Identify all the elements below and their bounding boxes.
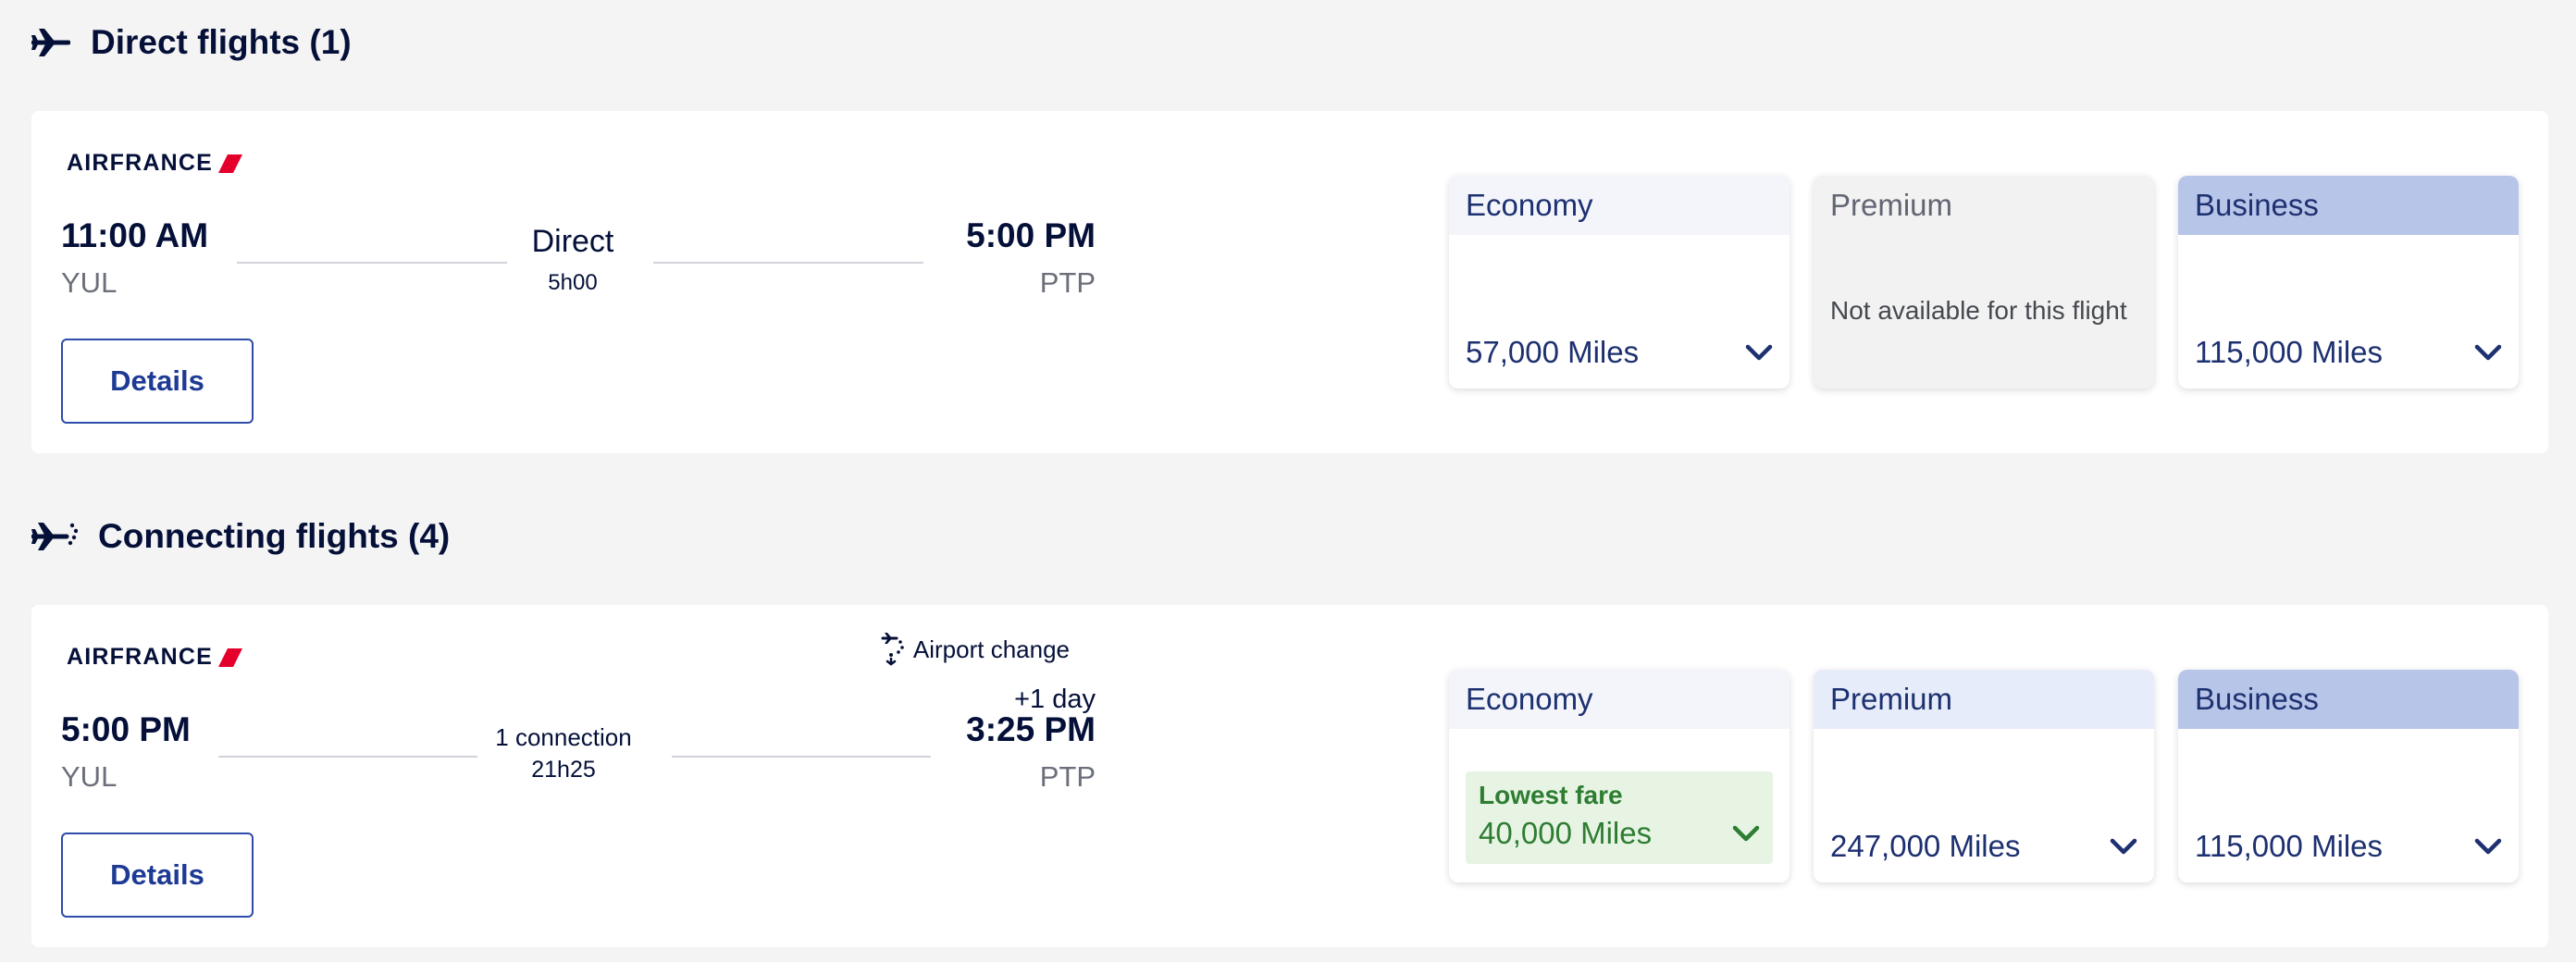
flight-card-direct: AIRFRANCE 11:00 AM YUL Direct 5h00 5:00 … — [31, 111, 2548, 453]
fare-economy-price: 57,000 Miles — [1466, 335, 1640, 369]
fare-unavailable-text: Not available for this flight — [1830, 296, 2127, 325]
fare-business-price: 115,000 Miles — [2195, 829, 2384, 863]
flight-duration: 5h00 — [548, 270, 598, 295]
plane-icon — [31, 26, 70, 59]
lowest-fare-badge: Lowest fare — [1479, 781, 1623, 809]
arrival-airport: PTP — [1039, 760, 1096, 793]
fare-premium[interactable]: Premium 247,000 Miles — [1814, 670, 2154, 882]
details-button[interactable]: Details — [61, 832, 254, 918]
airfrance-slash-icon — [218, 648, 243, 667]
arrival-airport: PTP — [1039, 266, 1096, 299]
airline-logo: AIRFRANCE — [67, 644, 243, 671]
fare-premium-price-row: 247,000 Miles — [1830, 829, 2137, 864]
airport-change-notice: Airport change — [880, 633, 1070, 666]
flight-card-connecting: AIRFRANCE Airport change 5:00 PM YUL 1 c… — [31, 605, 2548, 947]
arrival-time: 3:25 PM — [966, 710, 1096, 748]
airline-logo: AIRFRANCE — [67, 150, 243, 177]
connecting-flights-title: Connecting flights (4) — [98, 517, 451, 555]
fare-business[interactable]: Business 115,000 Miles — [2178, 176, 2519, 388]
departure-time: 11:00 AM — [61, 216, 209, 254]
connecting-plane-icon — [31, 518, 78, 555]
chevron-down-icon — [1745, 344, 1773, 361]
fare-economy-price: 40,000 Miles — [1479, 816, 1653, 850]
airline-name: AIRFRANCE — [67, 150, 214, 176]
departure-airport: YUL — [61, 266, 118, 299]
route-line-left — [218, 756, 477, 758]
fare-premium-price: 247,000 Miles — [1830, 829, 2021, 863]
fare-business-label: Business — [2178, 176, 2519, 235]
airfrance-slash-icon — [218, 154, 243, 173]
chevron-down-icon — [2474, 838, 2502, 855]
flight-duration: 21h25 — [531, 757, 596, 783]
fare-economy-price-row: 57,000 Miles — [1466, 335, 1773, 370]
fare-premium-label: Premium — [1814, 670, 2154, 729]
route-line-right — [653, 262, 923, 264]
chevron-down-icon — [2474, 344, 2502, 361]
stops-label: 1 connection — [495, 723, 632, 751]
fare-economy-label: Economy — [1449, 670, 1790, 729]
chevron-down-icon — [2110, 838, 2137, 855]
fare-economy-price-row: 40,000 Miles — [1479, 816, 1760, 851]
lowest-fare-box: Lowest fare 40,000 Miles — [1466, 771, 1773, 864]
airport-change-icon — [881, 633, 904, 666]
fare-economy-label: Economy — [1449, 176, 1790, 235]
departure-airport: YUL — [61, 760, 118, 793]
route-line-left — [237, 262, 507, 264]
direct-flights-heading: Direct flights (1) — [31, 18, 352, 67]
direct-flights-title: Direct flights (1) — [91, 23, 352, 61]
fare-business-price-row: 115,000 Miles — [2195, 829, 2502, 864]
fare-premium: Premium Not available for this flight — [1814, 176, 2154, 388]
fare-business-label: Business — [2178, 670, 2519, 729]
arrival-time: 5:00 PM — [966, 216, 1096, 254]
fare-economy[interactable]: Economy Lowest fare 40,000 Miles — [1449, 670, 1790, 882]
connecting-flights-heading: Connecting flights (4) — [31, 512, 450, 561]
route-line-right — [672, 756, 931, 758]
chevron-down-icon — [1732, 825, 1760, 842]
fare-business[interactable]: Business 115,000 Miles — [2178, 670, 2519, 882]
airport-change-label: Airport change — [912, 635, 1070, 663]
details-button[interactable]: Details — [61, 339, 254, 424]
fare-premium-label: Premium — [1814, 176, 2154, 235]
stops-label: Direct — [531, 224, 614, 259]
airline-name: AIRFRANCE — [67, 644, 214, 670]
departure-time: 5:00 PM — [61, 710, 191, 748]
fare-economy[interactable]: Economy 57,000 Miles — [1449, 176, 1790, 388]
fare-business-price: 115,000 Miles — [2195, 335, 2384, 369]
fare-business-price-row: 115,000 Miles — [2195, 335, 2502, 370]
